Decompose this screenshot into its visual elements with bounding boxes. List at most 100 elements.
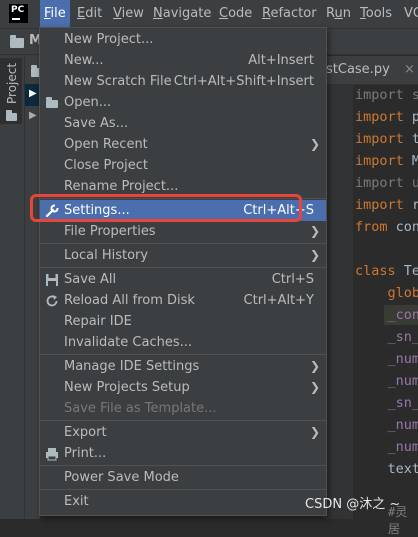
menu-item-repair-ide[interactable]: Repair IDE bbox=[40, 311, 326, 332]
code-line[interactable]: _num bbox=[355, 436, 418, 458]
reload-icon bbox=[45, 294, 59, 308]
menu-code[interactable]: Code bbox=[215, 0, 256, 28]
pycharm-logo-icon: PC bbox=[9, 4, 28, 23]
code-line[interactable]: from con bbox=[355, 216, 418, 238]
chevron-right-icon: ❯ bbox=[309, 248, 320, 262]
menu-view[interactable]: View bbox=[109, 0, 148, 28]
close-icon[interactable]: × bbox=[404, 62, 415, 77]
menu-item-manage-ide-settings[interactable]: Manage IDE Settings ❯ bbox=[40, 356, 326, 377]
code-line[interactable]: text bbox=[355, 458, 418, 480]
menu-separator bbox=[40, 354, 326, 355]
code-text: _num bbox=[355, 351, 418, 367]
menu-item-open-recent[interactable]: Open Recent ❯ bbox=[40, 134, 326, 155]
code-line[interactable]: import s bbox=[355, 84, 418, 106]
save-icon bbox=[45, 273, 59, 287]
code-text: _num bbox=[355, 373, 418, 389]
menu-item-invalidate-caches[interactable]: Invalidate Caches... bbox=[40, 332, 326, 353]
code-keyword: import bbox=[355, 153, 404, 169]
code-keyword: import bbox=[355, 109, 404, 125]
menu-item-new-project[interactable]: New Project... bbox=[40, 29, 326, 50]
menu-tools[interactable]: Tools bbox=[356, 0, 396, 28]
code-text: M bbox=[411, 153, 418, 169]
expand-arrow-icon[interactable]: ▶ bbox=[29, 110, 37, 121]
folder-icon bbox=[10, 35, 24, 48]
code-text: s bbox=[411, 87, 418, 103]
menu-item-save-all[interactable]: Save All Ctrl+S bbox=[40, 269, 326, 290]
code-text: con bbox=[387, 219, 418, 235]
code-line[interactable]: import p bbox=[355, 106, 418, 128]
code-line[interactable]: _sn_ bbox=[355, 392, 418, 414]
code-keyword: import bbox=[355, 87, 404, 103]
chevron-right-icon: ❯ bbox=[309, 224, 320, 238]
code-line[interactable]: _sn_ bbox=[355, 326, 418, 348]
code-text: Te bbox=[395, 263, 418, 279]
editor-tab[interactable]: stCase.py bbox=[326, 62, 390, 77]
menu-separator bbox=[40, 465, 326, 466]
menu-item-power-save-mode[interactable]: Power Save Mode bbox=[40, 467, 326, 488]
code-keyword: import bbox=[355, 175, 404, 191]
menu-item-open[interactable]: Open... bbox=[40, 92, 326, 113]
code-line[interactable]: _num bbox=[355, 348, 418, 370]
code-text: glob bbox=[355, 285, 418, 301]
code-line[interactable]: _num bbox=[355, 370, 418, 392]
code-text: _con bbox=[355, 307, 418, 323]
menu-separator bbox=[40, 489, 326, 490]
menu-separator bbox=[40, 267, 326, 268]
menu-item-exit[interactable]: Exit bbox=[40, 491, 326, 512]
menu-bar: PC File Edit View Navigate Code Refactor… bbox=[0, 0, 418, 29]
menu-navigate[interactable]: Navigate bbox=[149, 0, 215, 28]
code-keyword: from bbox=[355, 219, 388, 235]
menu-refactor[interactable]: Refactor bbox=[258, 0, 321, 28]
code-text: u bbox=[411, 175, 418, 191]
code-text: r bbox=[411, 197, 418, 213]
code-line[interactable]: class Te bbox=[355, 260, 418, 282]
logo-text: PC bbox=[11, 5, 25, 15]
menu-run[interactable]: Run bbox=[322, 0, 355, 28]
menu-vcs[interactable]: VC bbox=[400, 0, 418, 28]
code-text: _sn_ bbox=[355, 395, 418, 411]
code-text: text bbox=[355, 461, 418, 477]
code-line[interactable]: import M bbox=[355, 150, 418, 172]
code-text: _sn_ bbox=[355, 329, 418, 345]
menu-item-export[interactable]: Export ❯ bbox=[40, 422, 326, 443]
menu-item-print[interactable]: Print... bbox=[40, 443, 326, 464]
code-text: t bbox=[411, 131, 418, 147]
code-line[interactable]: import u bbox=[355, 172, 418, 194]
folder-open-icon bbox=[45, 96, 59, 110]
print-icon bbox=[45, 447, 59, 461]
menu-separator bbox=[40, 420, 326, 421]
code-keyword: import bbox=[355, 197, 404, 213]
chevron-right-icon: ❯ bbox=[309, 425, 320, 439]
code-text: _num bbox=[355, 417, 418, 433]
menu-separator bbox=[40, 243, 326, 244]
project-panel bbox=[25, 55, 40, 519]
editor-gutter bbox=[323, 85, 353, 519]
code-line[interactable]: _con bbox=[355, 304, 418, 326]
menu-item-file-properties[interactable]: File Properties ❯ bbox=[40, 221, 326, 242]
menu-item-new[interactable]: New... Alt+Insert bbox=[40, 50, 326, 71]
code-keyword: class bbox=[355, 263, 396, 279]
annotation-highlight-box bbox=[30, 194, 302, 222]
watermark-text: CSDN @沐之 ~ bbox=[305, 497, 401, 512]
code-keyword: import bbox=[355, 131, 404, 147]
menu-edit[interactable]: Edit bbox=[73, 0, 106, 28]
code-text: p bbox=[411, 109, 418, 125]
menu-file[interactable]: File bbox=[40, 0, 70, 28]
menu-item-save-file-as-template: Save File as Template... bbox=[64, 401, 217, 416]
code-line[interactable]: import r bbox=[355, 194, 418, 216]
menu-item-reload-all[interactable]: Reload All from Disk Ctrl+Alt+Y bbox=[40, 290, 326, 311]
menu-item-new-projects-setup[interactable]: New Projects Setup ❯ bbox=[40, 377, 326, 398]
menu-item-save-as[interactable]: Save As... bbox=[40, 113, 326, 134]
project-tab-label: Project bbox=[5, 62, 19, 104]
code-line[interactable]: _num bbox=[355, 414, 418, 436]
chevron-right-icon: ❯ bbox=[309, 137, 320, 151]
file-menu-dropdown: New Project... New... Alt+Insert New Scra… bbox=[39, 27, 327, 516]
chevron-right-icon: ❯ bbox=[309, 380, 320, 394]
code-line[interactable]: glob bbox=[355, 282, 418, 304]
menu-item-new-scratch-file[interactable]: New Scratch File Ctrl+Alt+Shift+Insert bbox=[40, 71, 326, 92]
code-line[interactable]: import t bbox=[355, 128, 418, 150]
project-folder-icon bbox=[6, 110, 17, 121]
menu-item-local-history[interactable]: Local History ❯ bbox=[40, 245, 326, 266]
expand-arrow-icon[interactable]: ▶ bbox=[29, 88, 37, 99]
menu-item-close-project[interactable]: Close Project bbox=[40, 155, 326, 176]
